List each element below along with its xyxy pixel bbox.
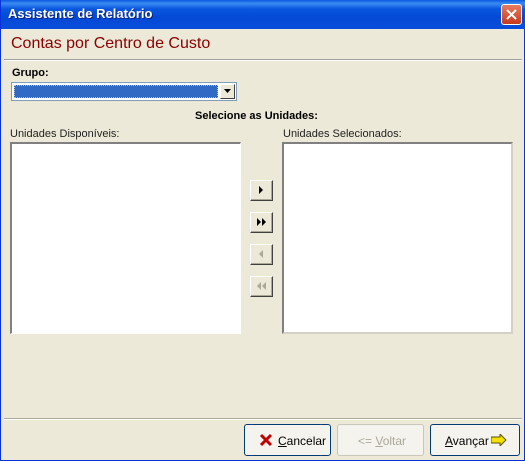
back-label: <= Voltar: [358, 434, 407, 448]
remove-one-button[interactable]: [250, 244, 273, 265]
footer-divider: [4, 418, 522, 420]
report-title: Contas por Centro de Custo: [11, 35, 211, 52]
next-button[interactable]: Avançar: [430, 424, 520, 456]
selected-units-label: Unidades Selecionados:: [283, 128, 402, 140]
grupo-label: Grupo:: [12, 67, 49, 79]
header-panel: Contas por Centro de Custo: [4, 30, 522, 60]
selected-units-list[interactable]: [282, 142, 513, 334]
report-wizard-window: Assistente de Relatório Contas por Centr…: [0, 0, 525, 461]
available-units-label: Unidades Disponíveis:: [10, 128, 120, 140]
title-bar[interactable]: Assistente de Relatório: [1, 0, 525, 29]
double-arrow-right-icon: [257, 218, 266, 226]
select-units-heading: Selecione as Unidades:: [195, 110, 318, 122]
next-arrow-icon: [491, 434, 507, 446]
arrow-left-icon: [259, 250, 263, 258]
add-all-button[interactable]: [250, 212, 273, 233]
close-button[interactable]: [501, 4, 522, 25]
grupo-select[interactable]: [11, 82, 237, 101]
next-label: Avançar: [445, 434, 489, 448]
chevron-down-icon: [224, 89, 231, 93]
arrow-right-icon: [259, 186, 263, 194]
remove-all-button[interactable]: [250, 276, 273, 297]
cancel-label: Cancelar: [278, 434, 327, 448]
back-arrow-icon: <=: [358, 434, 373, 448]
grupo-selected-value: [14, 85, 218, 98]
double-arrow-left-icon: [257, 282, 266, 290]
grupo-dropdown-button[interactable]: [220, 84, 235, 99]
add-one-button[interactable]: [250, 180, 273, 201]
window-title: Assistente de Relatório: [8, 6, 153, 21]
close-icon: [506, 9, 517, 20]
available-units-list[interactable]: [10, 142, 241, 334]
cancel-button[interactable]: Cancelar: [244, 424, 331, 456]
back-button[interactable]: <= Voltar: [337, 424, 424, 456]
cancel-x-icon: [259, 433, 273, 447]
